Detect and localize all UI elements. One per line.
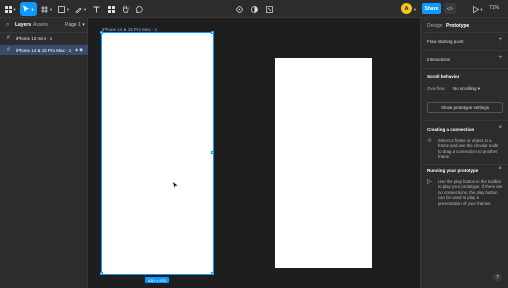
divider (421, 50, 508, 51)
resources-grid-icon (107, 5, 115, 13)
layer-row-selected[interactable]: # iPhone 14 & 15 Pro Max - 1 🔒︎ ◉ (0, 45, 88, 55)
crop-button[interactable] (264, 2, 274, 16)
components-button[interactable] (234, 2, 244, 16)
add-flow-button[interactable]: + (498, 37, 502, 43)
creating-connection-text: Select a frame or object in a frame and … (438, 138, 499, 160)
running-prototype-text: Use the play button in the toolbar to pl… (438, 179, 503, 206)
pen-icon (75, 7, 82, 13)
frame-label[interactable]: iPhone 14 & 15 Pro Max - 1 (102, 27, 157, 32)
figma-menu-icon (4, 5, 12, 13)
running-prototype-heading: Running your prototype (427, 168, 479, 173)
chevron-down-icon: ▼ (30, 6, 35, 12)
tab-prototype[interactable]: Prototype (446, 23, 469, 29)
resize-handle-bottom-left[interactable] (100, 272, 103, 275)
divider (421, 68, 508, 69)
flow-starting-point-label: Flow starting point (427, 39, 464, 44)
connection-node-icon: ⊹ (427, 138, 433, 144)
interactions-label: Interactions (427, 57, 451, 62)
frame-tool-button[interactable]: ▼ (40, 2, 54, 16)
divider (421, 164, 508, 165)
frame-hash-icon (41, 5, 49, 13)
chevron-down-icon: ▼ (12, 6, 17, 12)
layers-panel: ⌕ Layers Assets Page 1 ▾ # iPhone 13 min… (0, 18, 88, 288)
close-icon[interactable]: × (498, 125, 502, 131)
chevron-down-icon[interactable]: ▼ (412, 2, 417, 16)
layer-row[interactable]: # iPhone 13 mini - 1 (0, 33, 88, 43)
mask-button[interactable] (249, 2, 259, 16)
help-button[interactable]: ? (493, 273, 502, 282)
layer-actions[interactable]: 🔒︎ ◉ (75, 47, 83, 53)
divider (421, 32, 508, 33)
comment-bubble-icon (135, 5, 143, 13)
left-panel-tabs: ⌕ Layers Assets Page 1 ▾ (0, 18, 88, 32)
zoom-level[interactable]: 71% (489, 5, 499, 11)
close-icon[interactable]: × (498, 166, 502, 172)
present-button[interactable]: ▼ (472, 2, 484, 16)
tab-design[interactable]: Design (427, 23, 443, 29)
hand-tool-button[interactable] (120, 2, 130, 16)
connection-node[interactable] (211, 151, 214, 154)
resize-handle-bottom-right[interactable] (211, 272, 214, 275)
creating-connection-heading: Creating a connection (427, 127, 475, 132)
search-icon[interactable]: ⌕ (6, 22, 9, 29)
hand-icon (122, 5, 128, 13)
chevron-down-icon: ▼ (49, 6, 53, 12)
text-t-icon (93, 6, 99, 12)
resources-tool-button[interactable] (106, 2, 116, 16)
overflow-label: Overflow (427, 86, 445, 91)
main-menu-button[interactable]: ▼ (4, 2, 17, 16)
frame-hash-icon: # (7, 47, 10, 53)
pen-tool-button[interactable]: ▼ (74, 2, 88, 16)
eye-icon[interactable]: ◉ (79, 47, 83, 52)
chevron-down-icon: ▼ (66, 6, 70, 12)
resize-handle-top-left[interactable] (100, 31, 103, 34)
lock-icon[interactable]: 🔒︎ (75, 47, 77, 52)
rectangle-icon (58, 5, 65, 13)
user-avatar[interactable]: A (401, 3, 412, 14)
text-tool-button[interactable] (91, 2, 101, 16)
show-prototype-settings-button[interactable]: Show prototype settings (427, 102, 503, 113)
frame[interactable] (275, 58, 372, 268)
overflow-select[interactable]: No scrolling ▾ (453, 86, 480, 92)
component-diamond-icon (235, 5, 243, 13)
properties-panel: Design Prototype Flow starting point + I… (420, 18, 508, 288)
tab-layers[interactable]: Layers (15, 22, 31, 28)
page-selector[interactable]: Page 1 ▾ (65, 22, 85, 28)
comment-tool-button[interactable] (134, 2, 144, 16)
scroll-behavior-heading: Scroll behavior (427, 74, 460, 79)
divider (421, 120, 508, 121)
top-toolbar: ▼ ▼ ▼ ▼ ▼ A ▼ Share </> ▼ 71% (0, 0, 508, 18)
add-interaction-button[interactable]: + (498, 55, 502, 61)
crop-icon (265, 5, 273, 13)
size-badge: 430 × 932 (145, 277, 169, 283)
selected-frame[interactable] (101, 32, 214, 275)
share-button[interactable]: Share (422, 3, 441, 14)
play-icon: ▷ (427, 179, 432, 185)
half-circle-icon (250, 5, 258, 13)
resize-handle-top-right[interactable] (211, 31, 214, 34)
layer-name: iPhone 13 mini - 1 (16, 35, 53, 41)
mouse-cursor-icon (173, 182, 178, 190)
play-icon (472, 5, 479, 13)
dev-mode-button[interactable]: </> (444, 3, 456, 14)
canvas[interactable]: iPhone 14 & 15 Pro Max - 1 430 × 932 (89, 18, 419, 288)
tab-assets[interactable]: Assets (33, 22, 48, 28)
shape-tool-button[interactable]: ▼ (57, 2, 71, 16)
layer-name: iPhone 14 & 15 Pro Max - 1 (16, 47, 72, 53)
chevron-down-icon: ▼ (83, 6, 87, 12)
cursor-arrow-icon (22, 5, 29, 13)
move-tool-button[interactable]: ▼ (20, 2, 37, 16)
chevron-down-icon: ▼ (479, 6, 484, 12)
frame-hash-icon: # (7, 35, 10, 41)
